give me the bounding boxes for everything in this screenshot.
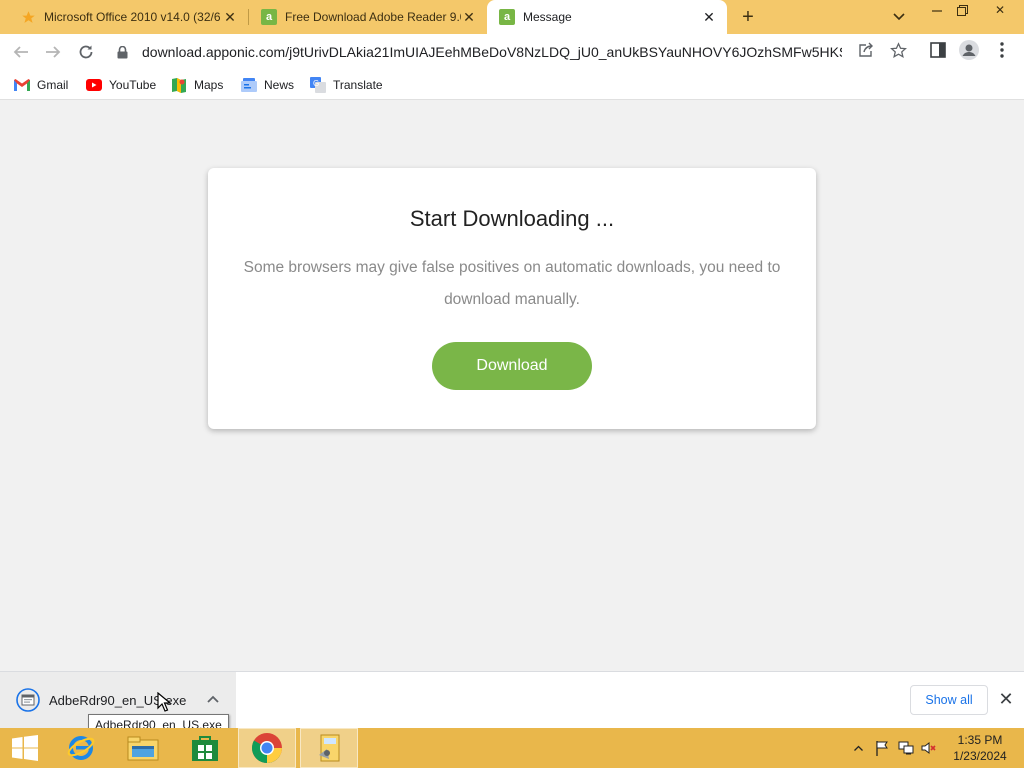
profile-avatar-icon[interactable] [959,40,979,60]
file-explorer-icon[interactable] [114,728,172,768]
taskbar-clock[interactable]: 1:35 PM 1/23/2024 [948,732,1012,764]
tab-close-icon[interactable]: ✕ [222,9,238,25]
start-button[interactable] [0,728,50,768]
internet-explorer-icon[interactable] [52,728,110,768]
clock-time: 1:35 PM [957,733,1003,747]
bookmark-label: YouTube [109,78,157,92]
bookmark-news[interactable]: News [241,76,294,94]
tab-close-icon[interactable]: ✕ [701,9,717,25]
translate-icon: G [310,77,326,93]
message-text: Some browsers may give false positives o… [243,259,781,308]
mouse-cursor-icon [157,692,171,712]
tab-search-chevron-icon[interactable] [884,6,914,28]
gmail-icon [14,77,30,93]
bookmark-youtube[interactable]: YouTube [86,76,156,94]
windows-logo-icon [12,735,38,761]
action-center-flag-icon[interactable] [874,740,890,756]
bookmark-maps[interactable]: Maps [171,76,223,94]
back-arrow-icon[interactable] [9,40,33,64]
bookmark-star-icon[interactable] [888,40,908,60]
restore-icon[interactable] [947,0,977,20]
bookmark-translate[interactable]: G Translate [310,76,383,94]
tab-message[interactable]: a Message ✕ [487,0,727,34]
chevron-up-icon[interactable] [204,690,222,708]
svg-text:G: G [313,79,319,88]
show-hidden-icons-icon[interactable] [850,740,866,756]
maps-icon [171,77,187,93]
side-panel-icon[interactable] [928,40,948,60]
download-button[interactable]: Download [432,342,592,390]
apponic-icon: a [261,9,277,25]
forward-arrow-icon[interactable] [41,40,65,64]
bookmarks-bar: Gmail YouTube Maps News G Translate [0,70,1024,100]
store-icon[interactable] [176,728,234,768]
bookmark-label: Gmail [37,78,69,92]
new-tab-button[interactable]: + [736,5,760,29]
star-icon [20,9,36,25]
tab-strip: Microsoft Office 2010 v14.0 (32/6 ✕ a Fr… [0,0,1024,34]
tab-title: Free Download Adobe Reader 9.0 [285,10,461,24]
windows-taskbar: 1:35 PM 1/23/2024 [0,728,1024,768]
bookmark-label: Maps [194,78,224,92]
network-icon[interactable] [898,740,914,756]
show-all-button[interactable]: Show all [910,685,988,715]
tab-title: Message [523,10,572,24]
bookmark-label: Translate [333,78,383,92]
installer-icon[interactable] [300,728,358,768]
installer-file-icon [16,688,40,712]
news-icon [241,77,257,93]
volume-muted-icon[interactable] [921,740,937,756]
close-shelf-icon[interactable]: ✕ [996,689,1016,709]
message-card: Start Downloading ... Some browsers may … [208,168,816,429]
page-title: Start Downloading ... [409,206,615,231]
address-bar[interactable]: download.apponic.com/j9tUrivDLAkia21ImUI… [110,37,918,67]
tab-close-icon[interactable]: ✕ [461,9,477,25]
clock-date: 1/23/2024 [953,749,1007,763]
url-text: download.apponic.com/j9tUrivDLAkia21ImUI… [142,44,842,60]
apponic-icon: a [499,9,515,25]
share-icon[interactable] [856,40,876,60]
tab-microsoft-office[interactable]: Microsoft Office 2010 v14.0 (32/6 ✕ [0,0,248,34]
chrome-icon[interactable] [238,728,296,768]
tab-title: Microsoft Office 2010 v14.0 (32/6 [44,10,221,24]
bookmark-gmail[interactable]: Gmail [14,76,68,94]
browser-toolbar: download.apponic.com/j9tUrivDLAkia21ImUI… [0,34,1024,70]
tab-free-download-adobe-reader[interactable]: a Free Download Adobe Reader 9.0 ✕ [249,0,487,34]
page-content: Start Downloading ... Some browsers may … [0,101,1024,671]
window-close-icon[interactable]: ✕ [982,0,1018,20]
reload-icon[interactable] [74,40,98,64]
kebab-menu-icon[interactable] [992,40,1012,60]
lock-icon [110,45,134,59]
bookmark-label: News [264,78,295,92]
youtube-icon [86,77,102,93]
